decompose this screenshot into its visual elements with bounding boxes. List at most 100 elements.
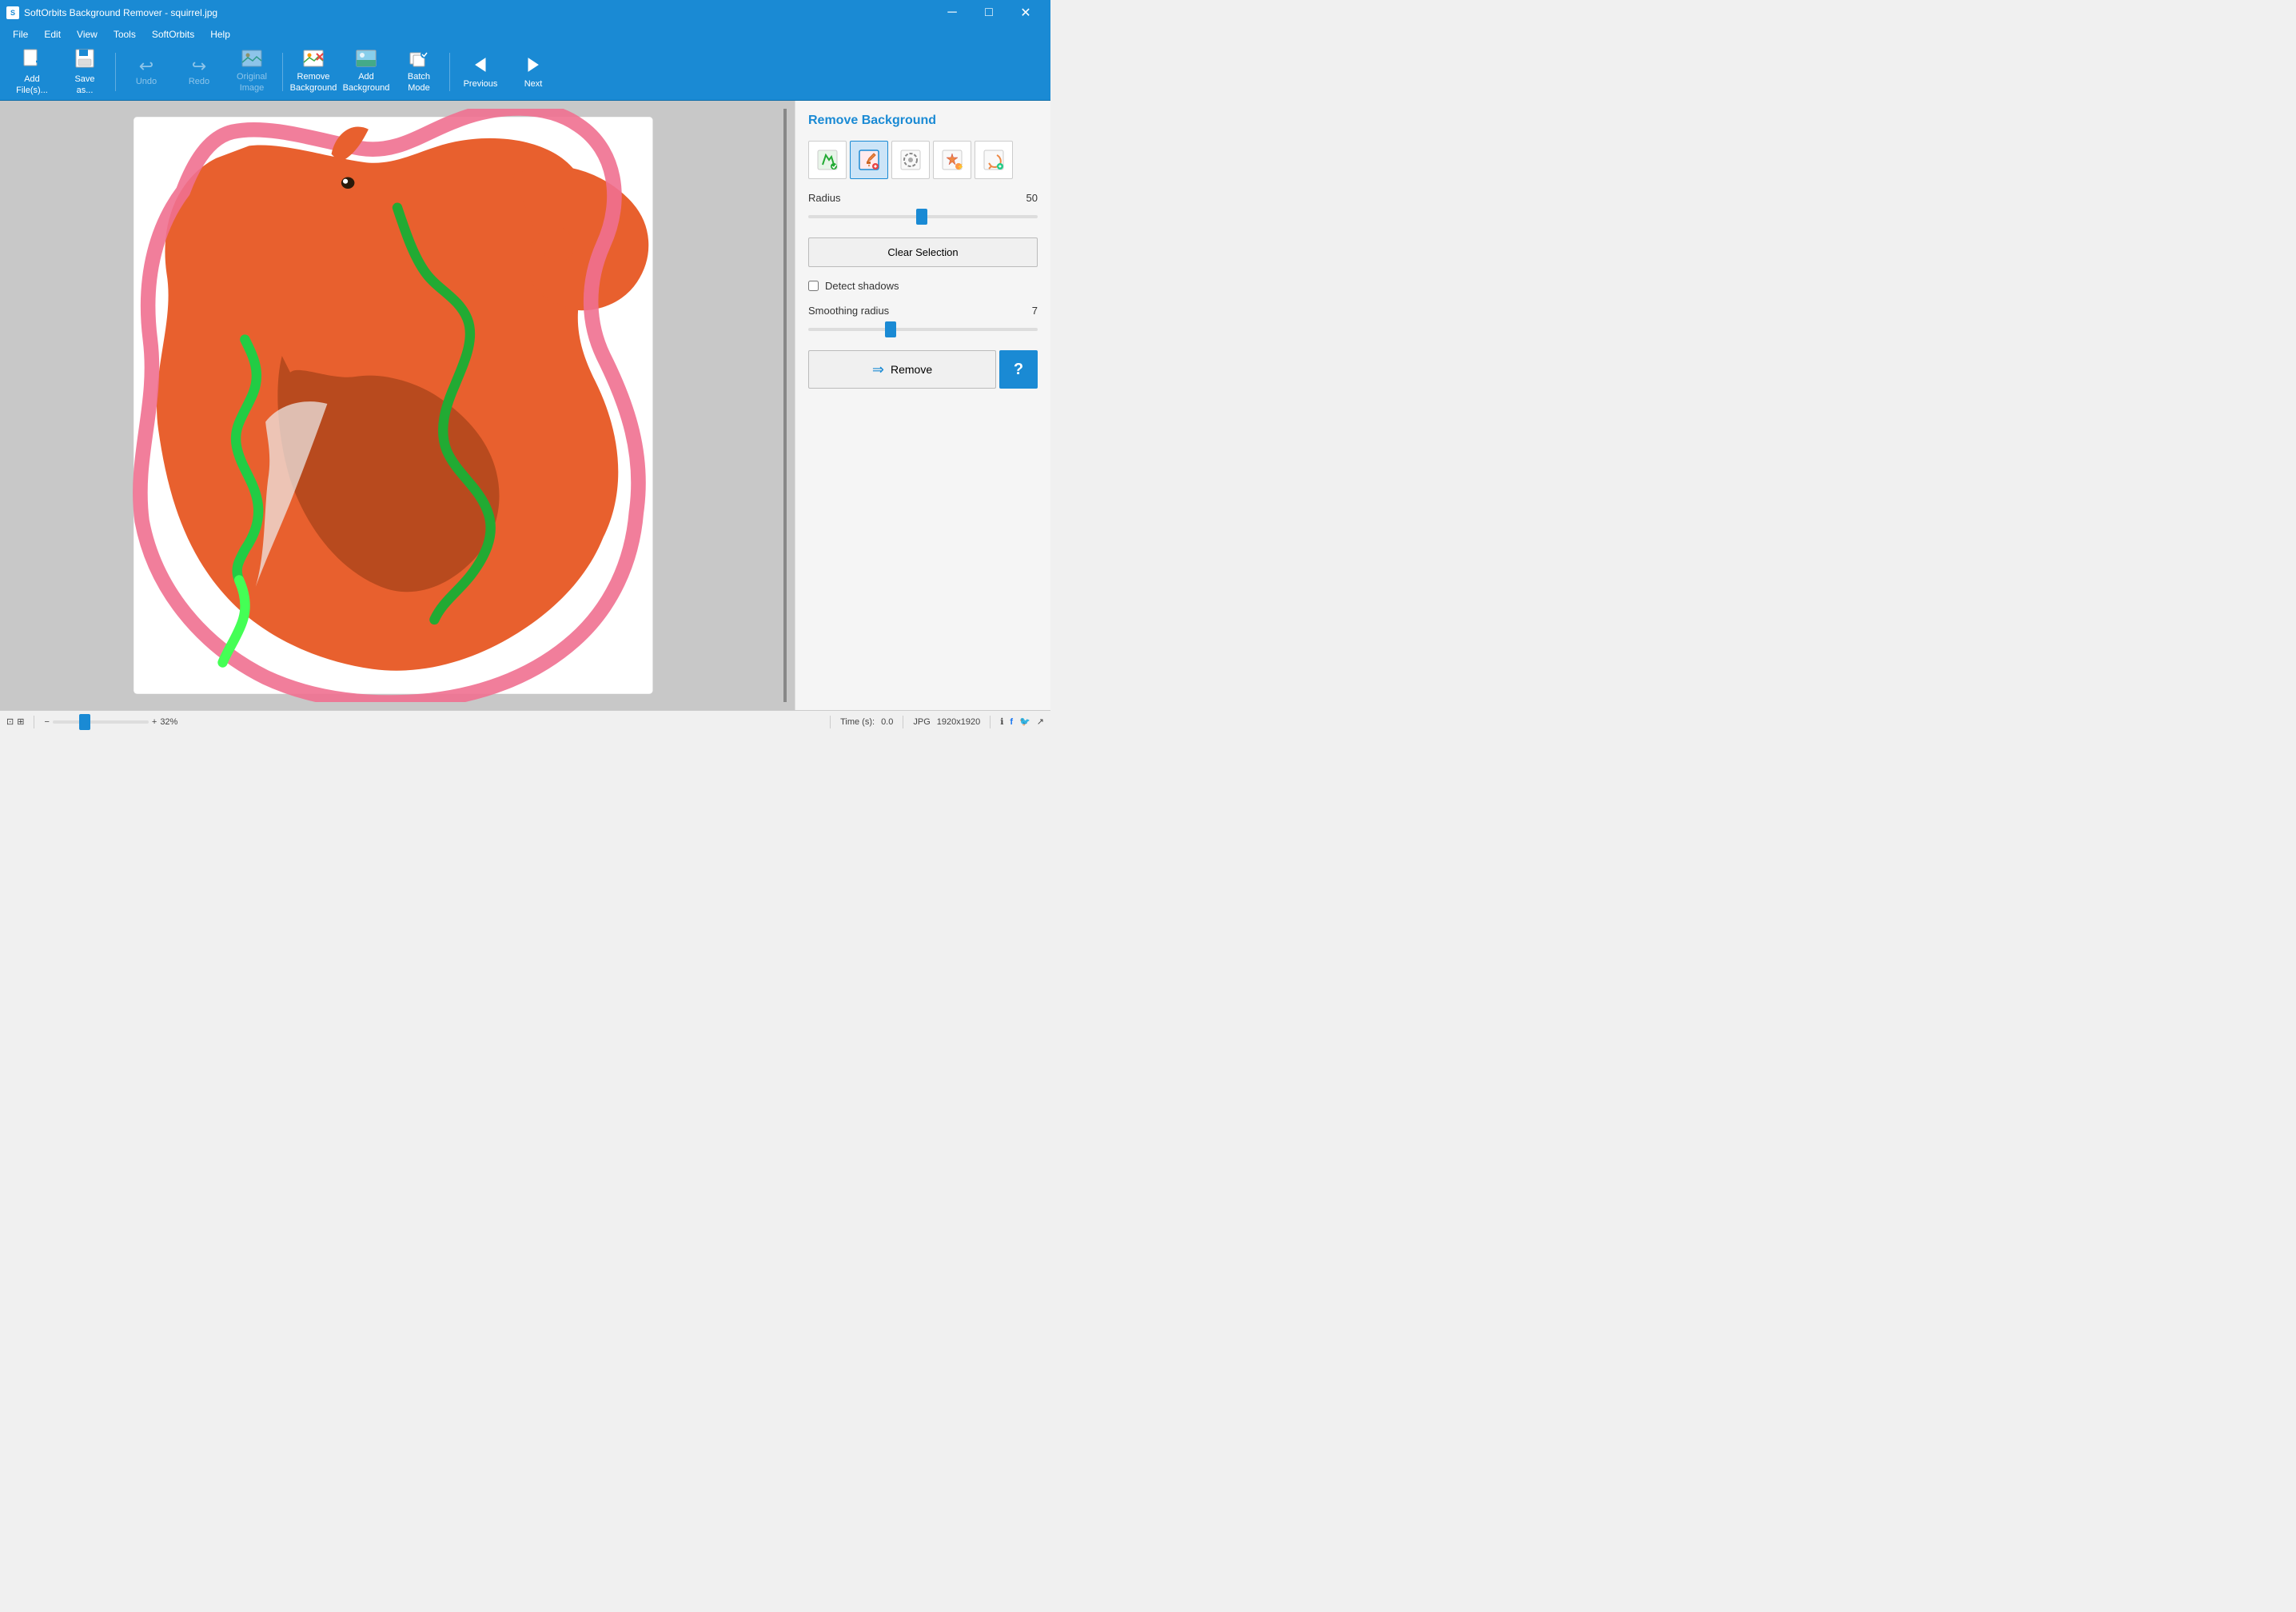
save-as-button[interactable]: Save as... xyxy=(59,46,110,98)
radius-label: Radius xyxy=(808,192,840,204)
remove-arrow-icon: ⇒ xyxy=(872,361,884,378)
smoothing-radius-slider-container xyxy=(808,321,1038,337)
radius-slider[interactable] xyxy=(808,209,1038,225)
remove-bg-button[interactable]: Remove Background xyxy=(288,46,339,98)
help-button[interactable]: ? xyxy=(999,350,1038,389)
remove-brush-button[interactable] xyxy=(850,141,888,179)
previous-label: Previous xyxy=(464,79,498,89)
resolution-value: 1920x1920 xyxy=(937,717,980,727)
twitter-icon[interactable]: 🐦 xyxy=(1019,716,1030,727)
toolbar: Add File(s)... Save as... ↩ Undo ↪ Redo xyxy=(0,43,1050,101)
original-image-icon xyxy=(241,50,262,70)
time-value: 0.0 xyxy=(881,717,893,727)
radius-value: 50 xyxy=(1026,192,1038,204)
minimize-button[interactable]: ─ xyxy=(934,0,971,26)
remove-bg-icon xyxy=(303,50,324,70)
next-button[interactable]: Next xyxy=(508,46,559,98)
view-mode-icons: ⊡ ⊞ xyxy=(6,716,24,727)
add-bg-label: Add Background xyxy=(343,72,390,93)
original-image-button[interactable]: Original Image xyxy=(226,46,277,98)
close-button[interactable]: ✕ xyxy=(1007,0,1044,26)
help-icon: ? xyxy=(1014,361,1023,379)
smoothing-radius-slider[interactable] xyxy=(808,321,1038,337)
undo-icon: ↩ xyxy=(139,58,153,75)
menu-tools[interactable]: Tools xyxy=(107,27,142,42)
eraser-button[interactable] xyxy=(891,141,930,179)
status-bar: ⊡ ⊞ − + 32% Time (s): 0.0 JPG 1920x1920 … xyxy=(0,710,1050,732)
squirrel-image xyxy=(8,109,787,702)
menu-bar: File Edit View Tools SoftOrbits Help xyxy=(0,26,1050,43)
add-bg-button[interactable]: Add Background xyxy=(341,46,392,98)
facebook-icon[interactable]: f xyxy=(1010,717,1013,727)
status-div4 xyxy=(990,716,991,728)
redo-button[interactable]: ↪ Redo xyxy=(173,46,225,98)
menu-view[interactable]: View xyxy=(70,27,104,42)
add-file-icon xyxy=(21,47,43,73)
status-div2 xyxy=(830,716,831,728)
remove-button-label: Remove xyxy=(891,363,932,376)
remove-area: ⇒ Remove ? xyxy=(808,350,1038,389)
undo-button[interactable]: ↩ Undo xyxy=(121,46,172,98)
undo-label: Undo xyxy=(136,77,157,86)
sep1 xyxy=(115,53,116,91)
remove-bg-label: Remove Background xyxy=(290,72,337,93)
panel-title: Remove Background xyxy=(808,114,1038,128)
sep2 xyxy=(282,53,283,91)
previous-icon xyxy=(471,55,490,78)
zoom-slider[interactable] xyxy=(53,716,149,728)
menu-file[interactable]: File xyxy=(6,27,34,42)
window-controls: ─ □ ✕ xyxy=(934,0,1044,26)
save-as-icon xyxy=(74,47,96,73)
radius-slider-container xyxy=(808,209,1038,225)
maximize-button[interactable]: □ xyxy=(971,0,1007,26)
sep3 xyxy=(449,53,450,91)
title-bar: S SoftOrbits Background Remover - squirr… xyxy=(0,0,1050,26)
restore-button[interactable] xyxy=(975,141,1013,179)
actual-size-icon[interactable]: ⊞ xyxy=(17,716,24,727)
canvas-area[interactable] xyxy=(0,101,795,710)
detect-shadows-row: Detect shadows xyxy=(808,280,1038,292)
zoom-in-icon[interactable]: + xyxy=(152,717,157,727)
format-value: JPG xyxy=(913,717,930,727)
share-icon[interactable]: ↗ xyxy=(1037,716,1044,727)
detect-shadows-checkbox[interactable] xyxy=(808,281,819,291)
batch-mode-icon xyxy=(409,50,429,70)
original-image-label: Original Image xyxy=(237,72,267,93)
next-label: Next xyxy=(524,79,543,89)
keep-brush-button[interactable] xyxy=(808,141,847,179)
right-panel: Remove Background xyxy=(795,101,1050,710)
svg-text:⚡: ⚡ xyxy=(957,163,963,170)
batch-mode-button[interactable]: Batch Mode xyxy=(393,46,444,98)
zoom-out-icon[interactable]: − xyxy=(44,717,49,727)
app-icon: S xyxy=(6,6,19,19)
next-icon xyxy=(524,55,543,78)
canvas-divider[interactable] xyxy=(783,109,787,702)
window-title: SoftOrbits Background Remover - squirrel… xyxy=(24,7,217,18)
time-label: Time (s): xyxy=(840,717,875,727)
smoothing-radius-value: 7 xyxy=(1032,305,1038,317)
clear-selection-button[interactable]: Clear Selection xyxy=(808,237,1038,267)
magic-wand-button[interactable]: ⚡ xyxy=(933,141,971,179)
batch-mode-label: Batch Mode xyxy=(408,72,430,93)
smoothing-radius-label: Smoothing radius xyxy=(808,305,889,317)
main-layout: Remove Background xyxy=(0,101,1050,710)
previous-button[interactable]: Previous xyxy=(455,46,506,98)
menu-softorbits[interactable]: SoftOrbits xyxy=(145,27,201,42)
save-as-label: Save as... xyxy=(74,74,94,95)
canvas-content xyxy=(8,109,787,702)
add-file-button[interactable]: Add File(s)... xyxy=(6,46,58,98)
tool-buttons-row: ⚡ xyxy=(808,141,1038,179)
smoothing-radius-section: Smoothing radius 7 xyxy=(808,305,1038,337)
add-bg-icon xyxy=(356,50,377,70)
zoom-section: − + 32% xyxy=(44,716,185,728)
menu-help[interactable]: Help xyxy=(204,27,237,42)
add-file-label: Add File(s)... xyxy=(16,74,48,95)
remove-button[interactable]: ⇒ Remove xyxy=(808,350,996,389)
detect-shadows-label[interactable]: Detect shadows xyxy=(825,280,899,292)
status-right: Time (s): 0.0 JPG 1920x1920 ℹ f 🐦 ↗ xyxy=(827,716,1044,728)
redo-icon: ↪ xyxy=(192,58,206,75)
menu-edit[interactable]: Edit xyxy=(38,27,67,42)
fit-view-icon[interactable]: ⊡ xyxy=(6,716,14,727)
info-icon[interactable]: ℹ xyxy=(1000,716,1003,727)
radius-section: Radius 50 xyxy=(808,192,1038,225)
